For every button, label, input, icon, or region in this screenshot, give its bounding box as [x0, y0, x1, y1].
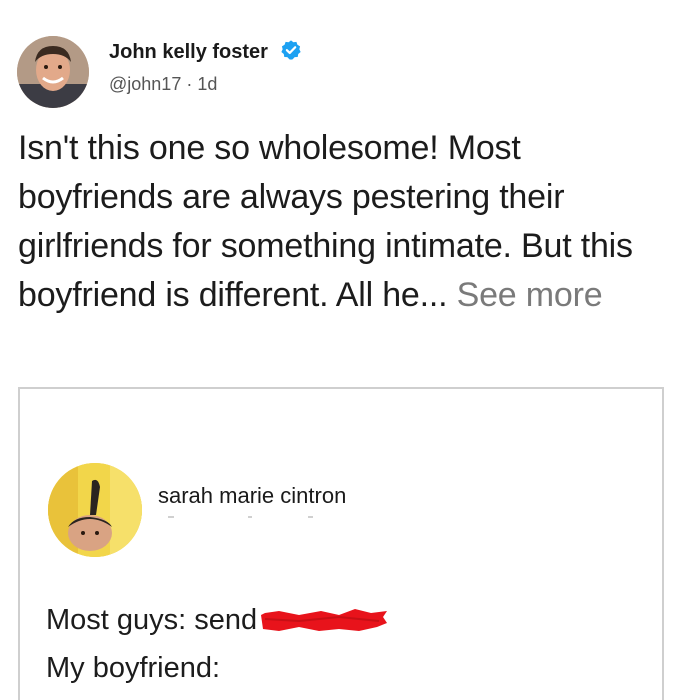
separator-dot: ·: [186, 74, 193, 94]
embedded-post-card[interactable]: sarah marie cintron Most guys: send My b…: [18, 387, 664, 700]
red-scribble-redaction-icon: [261, 609, 388, 631]
author-avatar-photo-icon: [17, 36, 89, 108]
author-avatar[interactable]: [17, 36, 89, 108]
embedded-author-name[interactable]: sarah marie cintron: [158, 483, 346, 509]
post-age[interactable]: 1d: [197, 74, 217, 94]
embedded-text-line-2: My boyfriend:: [46, 652, 221, 684]
author-name[interactable]: John kelly foster: [109, 41, 268, 63]
embedded-avatar-photo-icon: [48, 463, 142, 557]
embedded-meta-line: [168, 516, 313, 518]
post-header: John kelly foster @john17 · 1d: [17, 30, 677, 112]
page: John kelly foster @john17 · 1d Isn't thi…: [0, 0, 700, 700]
author-handle[interactable]: @john17: [109, 74, 181, 94]
see-more-link[interactable]: See more: [457, 276, 603, 314]
embedded-text-line-1: Most guys: send: [46, 604, 389, 637]
author-name-row[interactable]: John kelly foster: [109, 39, 302, 64]
post-body: Isn't this one so wholesome! Most boyfri…: [18, 124, 678, 320]
verified-badge-icon: [280, 40, 301, 60]
embedded-author-avatar[interactable]: [48, 463, 142, 557]
handle-line: @john17 · 1d: [109, 74, 217, 95]
embedded-line-1-label: Most guys: send: [46, 604, 258, 636]
